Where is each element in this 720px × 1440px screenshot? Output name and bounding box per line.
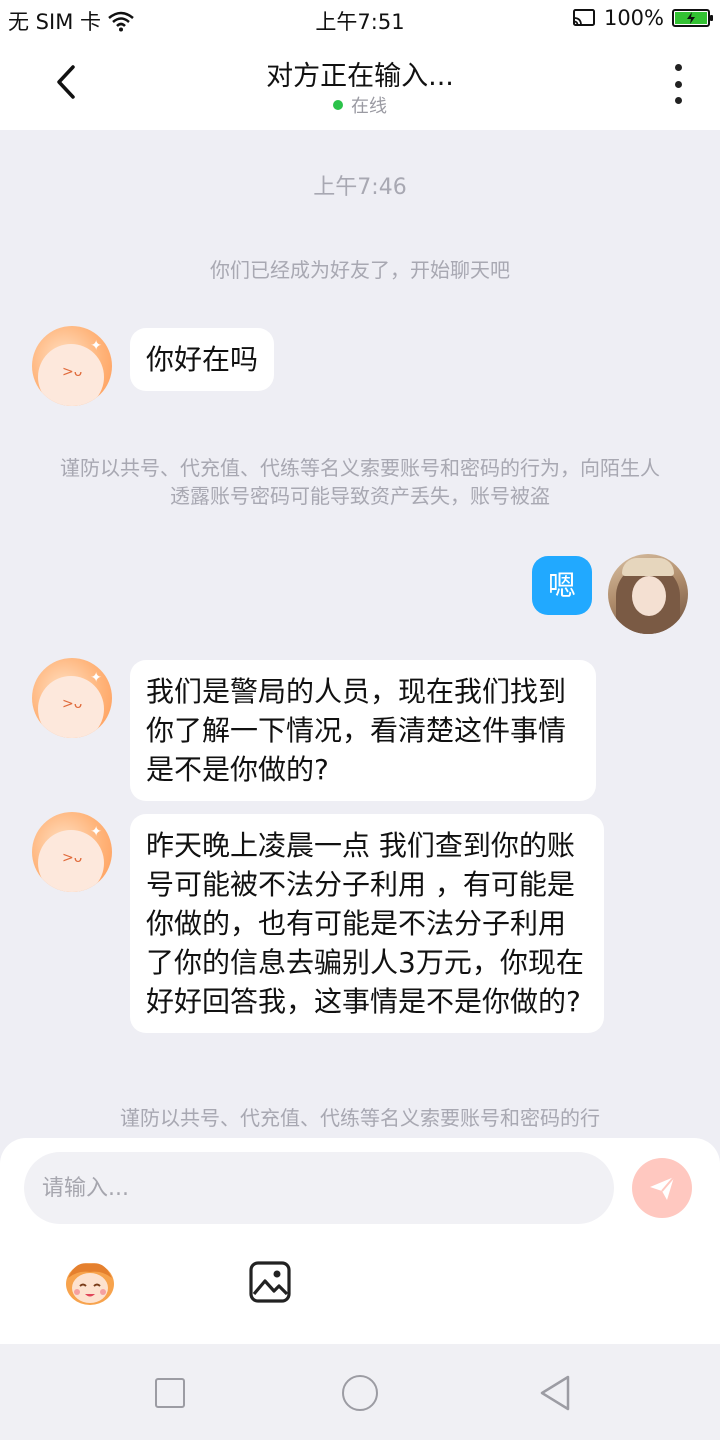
system-friend-notice: 你们已经成为好友了，开始聊天吧 bbox=[210, 258, 510, 282]
more-icon bbox=[674, 64, 682, 71]
message-bubble-self[interactable]: 嗯 bbox=[531, 556, 592, 615]
avatar-hat bbox=[622, 558, 674, 576]
battery-percent: 100% bbox=[603, 6, 664, 30]
chat-title: 对方正在输入... bbox=[266, 61, 454, 92]
message-bubble[interactable]: 你好在吗 bbox=[130, 328, 275, 391]
chat-area[interactable]: 上午7:46 你们已经成为好友了，开始聊天吧 >ᴗ ✦ 你好在吗 谨防以共号、代… bbox=[0, 130, 720, 1138]
contact-avatar[interactable]: >ᴗ ✦ bbox=[32, 326, 112, 406]
home-icon[interactable] bbox=[342, 1375, 378, 1411]
status-right: 100% bbox=[572, 6, 713, 30]
sparkle-icon: ✦ bbox=[90, 338, 102, 354]
send-icon bbox=[650, 1176, 675, 1200]
status-bar: 无 SIM 卡 上午7:51 100% bbox=[0, 0, 720, 36]
more-icon-dot bbox=[674, 80, 682, 88]
message-input[interactable] bbox=[24, 1152, 614, 1224]
input-panel bbox=[0, 1138, 720, 1344]
charging-bolt-icon bbox=[687, 12, 695, 24]
self-avatar[interactable] bbox=[608, 554, 688, 634]
security-warning: 谨防以共号、代充值、代练等名义索要账号和密码的行 bbox=[120, 1106, 600, 1130]
back-nav-icon[interactable] bbox=[538, 1374, 572, 1412]
avatar-eyes: >ᴗ bbox=[62, 364, 83, 380]
chat-header: 对方正在输入... 在线 bbox=[0, 36, 720, 130]
image-icon bbox=[249, 1261, 291, 1303]
image-button[interactable] bbox=[248, 1260, 292, 1304]
online-status: 在线 bbox=[0, 92, 720, 118]
message-bubble[interactable]: 我们是警局的人员，现在我们找到你了解一下情况，看清楚这件事情是不是你做的? bbox=[130, 660, 596, 801]
battery-level-fill bbox=[675, 12, 707, 24]
battery-icon bbox=[672, 9, 713, 27]
cast-icon bbox=[572, 9, 595, 26]
avatar-eyes: >ᴗ bbox=[62, 696, 83, 712]
send-button[interactable] bbox=[632, 1158, 692, 1218]
security-warning: 谨防以共号、代充值、代练等名义索要账号和密码的行为，向陌生人透露账号密码可能导致… bbox=[60, 456, 660, 508]
system-nav-bar bbox=[0, 1344, 720, 1440]
contact-avatar[interactable]: >ᴗ ✦ bbox=[32, 658, 112, 738]
message-timestamp: 上午7:46 bbox=[313, 175, 407, 200]
message-bubble[interactable]: 昨天晚上凌晨一点 我们查到你的账号可能被不法分子利用 ，有可能是你做的，也有可能… bbox=[130, 814, 604, 1033]
recent-apps-icon[interactable] bbox=[155, 1378, 185, 1408]
more-button[interactable] bbox=[672, 64, 684, 104]
emoji-button[interactable] bbox=[62, 1258, 118, 1308]
sparkle-icon: ✦ bbox=[90, 670, 102, 686]
emoji-icon bbox=[66, 1263, 114, 1305]
more-icon-dot bbox=[674, 97, 682, 104]
avatar-eyes: >ᴗ bbox=[62, 850, 83, 866]
sparkle-icon: ✦ bbox=[90, 824, 102, 840]
contact-avatar[interactable]: >ᴗ ✦ bbox=[32, 812, 112, 892]
avatar-face bbox=[632, 576, 666, 616]
online-dot bbox=[333, 100, 343, 110]
online-status-text: 在线 bbox=[351, 96, 387, 117]
